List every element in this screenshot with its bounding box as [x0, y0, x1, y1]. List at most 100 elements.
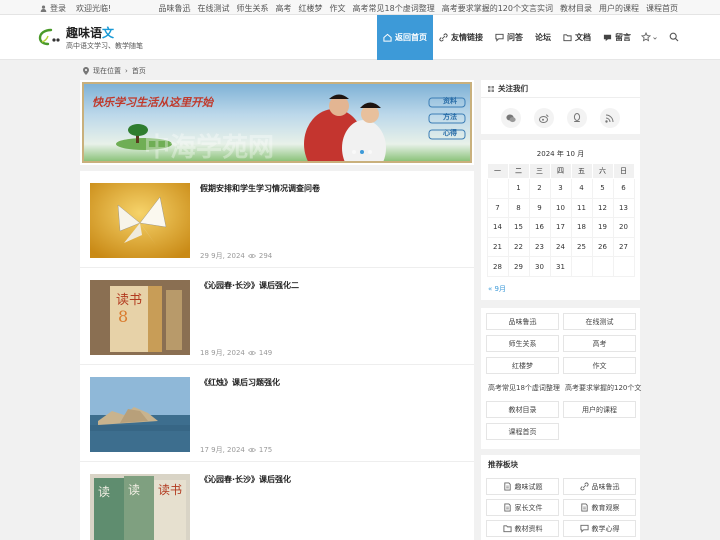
post-item[interactable]: 读 读 读书 《沁园春·长沙》课后强化 [80, 462, 474, 540]
banner-tag: 资料 [443, 97, 457, 105]
calendar-week: 21 22 23 24 25 26 27 [486, 236, 635, 258]
top-link[interactable]: 在线测试 [198, 3, 230, 14]
tag-link[interactable]: 品味鲁迅 [486, 313, 559, 330]
site-header: 趣味语文 高中语文学习、教学随笔 返回首页 友情链接 问答 论坛 文档 留言 [0, 15, 720, 60]
chevron-right-icon: › [125, 67, 128, 75]
tag-link[interactable]: 高考常见18个虚词整理 [486, 379, 560, 396]
banner-tag: 心得 [443, 129, 457, 137]
slider-dot[interactable] [360, 150, 364, 154]
post-thumbnail[interactable]: 读 读 读书 [90, 474, 190, 540]
tag-links: 品味鲁迅 在线测试 师生关系 高考 红楼梦 作文 高考常见18个虚词整理 高考要求掌握的120… [481, 308, 641, 445]
banner-tags: 资料 方法 心得 [437, 97, 457, 138]
nav-item-5[interactable]: 留言 [597, 15, 637, 60]
calendar-day: 14 [486, 217, 509, 238]
doc-icon [503, 503, 511, 512]
tag-link[interactable]: 高考 [563, 335, 636, 352]
search-icon[interactable] [669, 32, 679, 42]
post-title[interactable]: 《沁园春·长沙》课后强化 [200, 474, 291, 485]
calendar-day: 24 [549, 236, 572, 258]
nav-item-1[interactable]: 友情链接 [433, 15, 489, 60]
tag-link[interactable]: 师生关系 [486, 335, 559, 352]
calendar-day: 30 [528, 256, 551, 277]
qq-icon[interactable] [566, 108, 587, 128]
calendar-empty [486, 178, 509, 199]
post-thumbnail[interactable] [90, 377, 190, 452]
post-item[interactable]: 假期安排和学生学习情况调查问卷 29 9月, 2024 294 [80, 171, 474, 268]
tag-link[interactable]: 课程首页 [486, 423, 559, 440]
top-link[interactable]: 高考常见18个虚词整理 [353, 3, 435, 14]
doc-icon [580, 503, 588, 512]
recommend-item[interactable]: 教材资料 [486, 520, 559, 537]
main-nav: 返回首页 友情链接 问答 论坛 文档 留言 [377, 15, 637, 60]
calendar-prev-link[interactable]: « 9月 [481, 277, 640, 294]
nav-item-3[interactable]: 论坛 [529, 15, 557, 60]
calendar-day: 4 [570, 178, 593, 199]
tag-link[interactable]: 在线测试 [563, 313, 636, 330]
calendar-day: 18 [570, 217, 593, 238]
tag-link[interactable]: 高考要求掌握的120个文 [563, 379, 641, 396]
calendar-day: 5 [591, 178, 614, 199]
top-link[interactable]: 高考要求掌握的120个文言实词 [442, 3, 553, 14]
login-link[interactable]: 登录 [40, 3, 66, 14]
banner-tag: 方法 [443, 113, 457, 121]
recommend-label: 趣味试题 [514, 482, 543, 491]
nav-item-2[interactable]: 问答 [489, 15, 529, 60]
weekday: 二 [507, 163, 530, 179]
wechat-icon[interactable] [501, 108, 522, 128]
banner-slider[interactable]: 中海学苑网 快乐学习生活从这里开始 资料 方法 心得 [80, 80, 474, 165]
post-item[interactable]: 读书 8 《沁园春·长沙》课后强化二 18 9月, 2024 149 [80, 268, 474, 365]
top-link[interactable]: 课程首页 [646, 3, 678, 14]
top-link[interactable]: 教材目录 [560, 3, 592, 14]
post-meta: 29 9月, 2024 294 [200, 251, 272, 261]
post-meta: 18 9月, 2024 149 [200, 348, 272, 358]
recommend-item[interactable]: 趣味试题 [486, 478, 559, 495]
folder-icon [563, 34, 572, 42]
calendar-day: 11 [570, 197, 593, 219]
slider-dot[interactable] [368, 150, 372, 154]
top-link[interactable]: 高考 [276, 3, 292, 14]
calendar-day: 3 [549, 178, 572, 199]
nav-label: 留言 [615, 33, 631, 42]
post-item[interactable]: 《红烛》课后习题强化 17 9月, 2024 175 [80, 365, 474, 462]
top-link[interactable]: 用户的课程 [599, 3, 639, 14]
post-title[interactable]: 假期安排和学生学习情况调查问卷 [200, 183, 320, 194]
banner-headline: 快乐学习生活从这里开始 [92, 96, 213, 109]
banner-image[interactable]: 中海学苑网 快乐学习生活从这里开始 资料 方法 心得 [82, 82, 472, 163]
post-thumbnail[interactable]: 读书 8 [90, 280, 190, 355]
tag-link[interactable]: 作文 [563, 357, 636, 374]
calendar-week: 14 15 16 17 18 19 20 [486, 217, 635, 238]
nav-item-4[interactable]: 文档 [557, 15, 597, 60]
tag-link[interactable]: 教材目录 [486, 401, 559, 418]
post-thumbnail[interactable] [90, 183, 190, 258]
calendar-day: 21 [486, 236, 509, 258]
slider-dots[interactable] [352, 150, 372, 154]
tag-link[interactable]: 红楼梦 [486, 357, 559, 374]
slider-dot[interactable] [352, 150, 356, 154]
breadcrumb-home[interactable]: 首页 [132, 66, 146, 76]
post-title[interactable]: 《红烛》课后习题强化 [200, 377, 280, 388]
calendar-week: 28 29 30 31 [486, 256, 635, 277]
tag-link[interactable]: 用户的课程 [563, 401, 636, 418]
recommend-item[interactable]: 品味鲁迅 [563, 478, 636, 495]
top-link[interactable]: 师生关系 [237, 3, 269, 14]
calendar-day: 20 [612, 217, 635, 238]
weibo-icon[interactable] [534, 108, 555, 128]
post-title[interactable]: 《沁园春·长沙》课后强化二 [200, 280, 299, 291]
site-title[interactable]: 趣味语文 [66, 24, 114, 41]
recommend-item[interactable]: 家长文件 [486, 499, 559, 516]
site-logo-icon[interactable] [37, 28, 61, 46]
recommend-item[interactable]: 教学心得 [563, 520, 636, 537]
theme-icon[interactable] [641, 32, 651, 42]
top-link[interactable]: 品味鲁迅 [159, 3, 191, 14]
rss-icon[interactable] [599, 108, 620, 128]
top-link[interactable]: 作文 [330, 3, 346, 14]
calendar-caption: 2024 年 10 月 [536, 150, 585, 158]
nav-item-0[interactable]: 返回首页 [377, 15, 433, 60]
top-link[interactable]: 红楼梦 [299, 3, 323, 14]
recommend-item[interactable]: 教育观察 [563, 499, 636, 516]
calendar-day: 25 [570, 236, 593, 258]
welcome-text: 欢迎光临! [76, 4, 112, 13]
recommend-title-text: 推荐板块 [488, 459, 518, 469]
top-links: 品味鲁迅 在线测试 师生关系 高考 红楼梦 作文 高考常见18个虚词整理 高考要求掌握的120… [159, 3, 678, 14]
chevron-down-icon[interactable] [653, 32, 657, 42]
